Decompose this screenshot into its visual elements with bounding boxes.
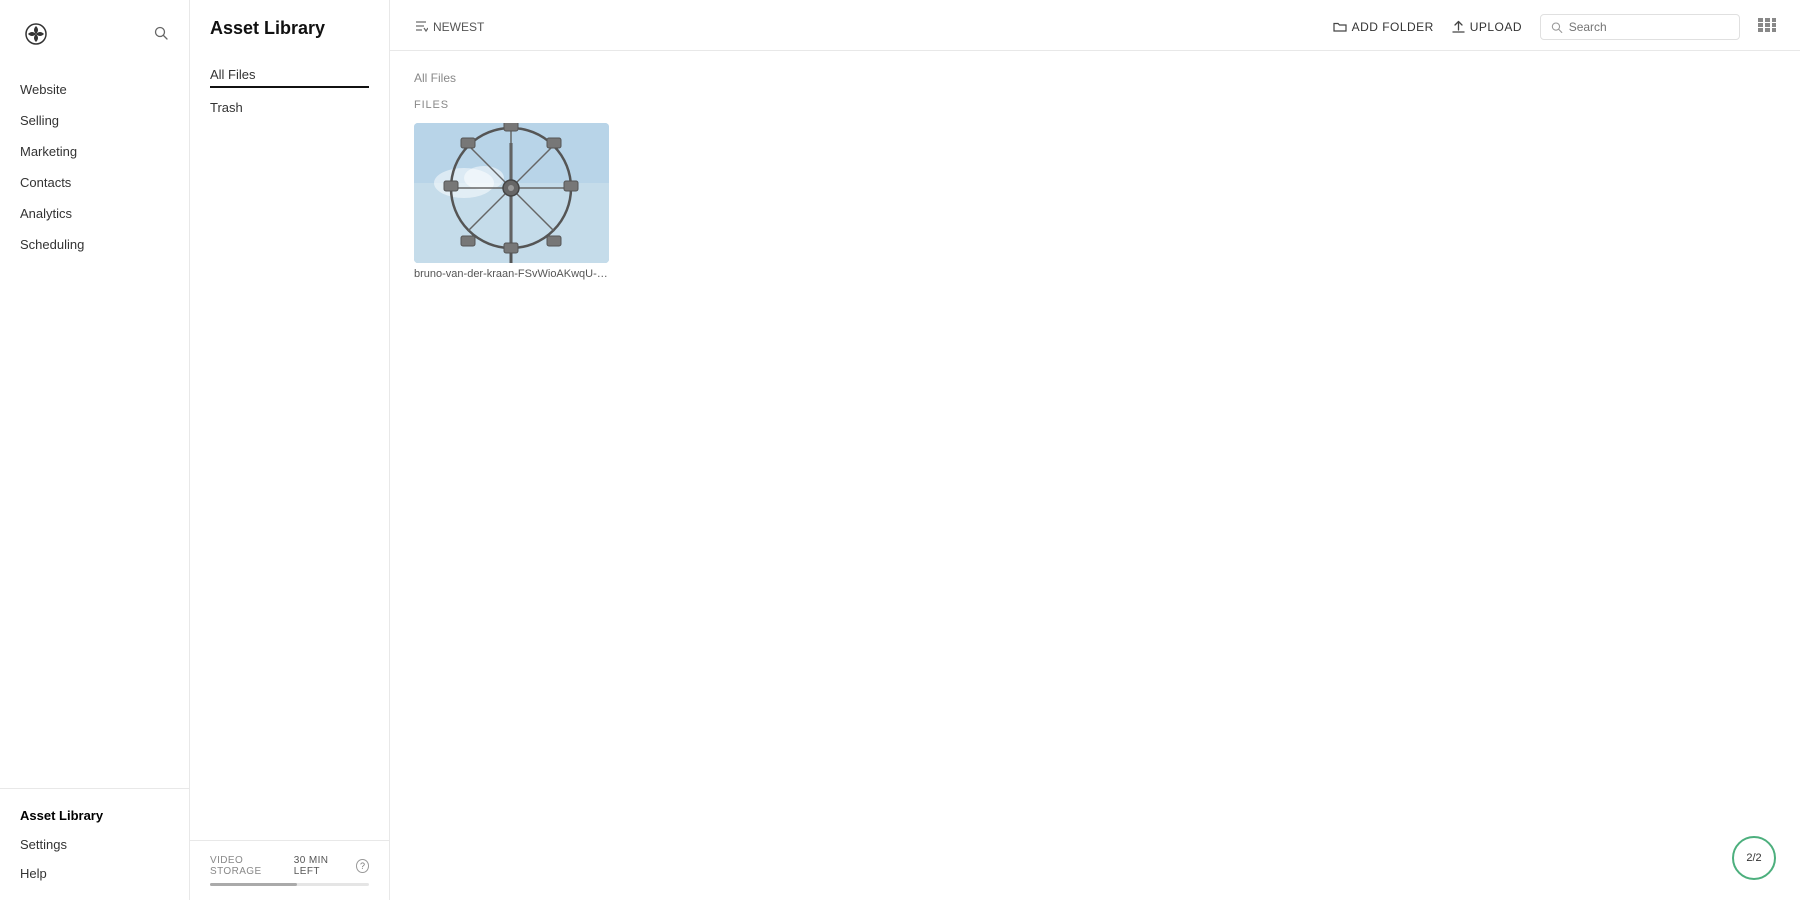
section-label: FILES [414, 99, 1776, 111]
sidebar-item-settings[interactable]: Settings [0, 830, 189, 859]
add-folder-label: ADD FOLDER [1352, 20, 1434, 34]
top-right-actions: ADD FOLDER UPLOAD [1333, 14, 1776, 40]
file-card[interactable]: bruno-van-der-kraan-FSvWioAKwqU-unsplas.… [414, 123, 609, 280]
sidebar-item-selling[interactable]: Selling [0, 105, 189, 136]
sidebar-logo-area [0, 0, 189, 66]
sidebar-item-marketing[interactable]: Marketing [0, 136, 189, 167]
second-panel-nav: All Files Trash [190, 53, 389, 129]
file-name: bruno-van-der-kraan-FSvWioAKwqU-unsplas.… [414, 268, 609, 280]
video-storage-label: VIDEO STORAGE 30 MIN LEFT ? [210, 855, 369, 877]
sidebar-item-asset-library[interactable]: Asset Library [0, 801, 189, 830]
second-panel-title: Asset Library [190, 0, 389, 53]
sidebar-search-icon[interactable] [153, 25, 169, 44]
second-panel-footer: VIDEO STORAGE 30 MIN LEFT ? [190, 840, 389, 900]
storage-bar [210, 883, 369, 886]
add-folder-button[interactable]: ADD FOLDER [1333, 20, 1434, 34]
sidebar-item-website[interactable]: Website [0, 74, 189, 105]
file-thumbnail [414, 123, 609, 263]
main-content: NEWEST ADD FOLDER UPLOAD [390, 0, 1800, 900]
version-badge[interactable]: 2/2 [1732, 836, 1776, 880]
search-input[interactable] [1569, 20, 1729, 34]
sidebar-item-help[interactable]: Help [0, 859, 189, 888]
sort-button[interactable]: NEWEST [414, 15, 484, 40]
main-area: All Files FILES [390, 51, 1800, 900]
file-image [414, 123, 609, 263]
header-row: NEWEST ADD FOLDER UPLOAD [390, 0, 1800, 51]
second-panel: Asset Library All Files Trash VIDEO STOR… [190, 0, 390, 900]
storage-help-icon[interactable]: ? [356, 859, 369, 873]
breadcrumb: All Files [414, 71, 1776, 85]
sidebar-item-contacts[interactable]: Contacts [0, 167, 189, 198]
sort-label: NEWEST [433, 20, 484, 34]
sidebar-item-scheduling[interactable]: Scheduling [0, 229, 189, 260]
logo-icon[interactable] [20, 18, 52, 50]
files-grid: bruno-van-der-kraan-FSvWioAKwqU-unsplas.… [414, 123, 1776, 280]
search-box-icon [1551, 21, 1563, 34]
nav-trash[interactable]: Trash [210, 94, 369, 121]
sidebar: Website Selling Marketing Contacts Analy… [0, 0, 190, 900]
nav-all-files[interactable]: All Files [210, 61, 369, 88]
view-toggle-button[interactable] [1758, 18, 1776, 37]
upload-button[interactable]: UPLOAD [1452, 20, 1522, 34]
toolbar-left: NEWEST [414, 15, 484, 40]
storage-bar-fill [210, 883, 297, 886]
sidebar-bottom: Asset Library Settings Help [0, 788, 189, 900]
sort-icon [414, 19, 428, 36]
storage-time: 30 MIN LEFT [294, 855, 351, 877]
sidebar-nav: Website Selling Marketing Contacts Analy… [0, 66, 189, 788]
upload-label: UPLOAD [1470, 20, 1522, 34]
sidebar-item-analytics[interactable]: Analytics [0, 198, 189, 229]
search-box [1540, 14, 1740, 40]
